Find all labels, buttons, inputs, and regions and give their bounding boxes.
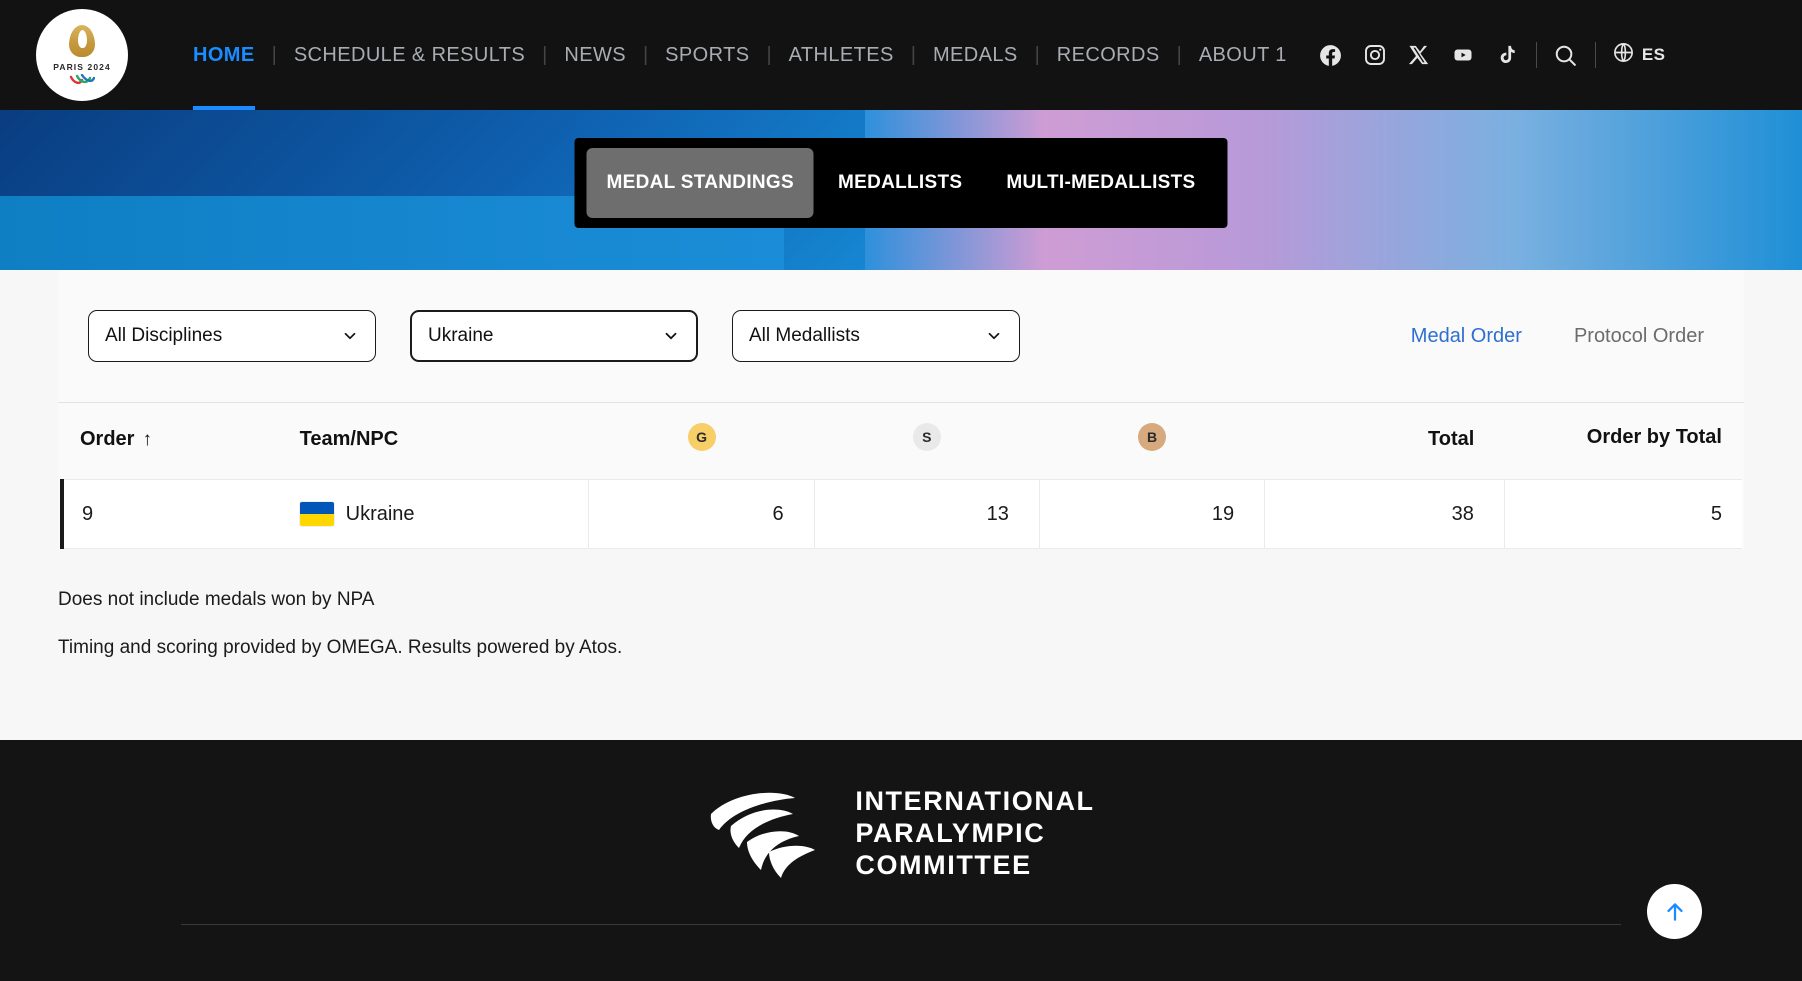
table-row[interactable]: 9 Ukraine 6 13 19 38 5 (60, 479, 1742, 550)
nav-divider (1535, 42, 1537, 68)
nav-item-news[interactable]: NEWS (547, 0, 643, 110)
instagram-icon[interactable] (1362, 42, 1388, 68)
note-timing: Timing and scoring provided by OMEGA. Re… (58, 637, 623, 659)
table-header-row: Order ↑ Team/NPC G S B Total Order by To… (62, 403, 1742, 480)
cell-total: 38 (1264, 479, 1505, 550)
column-header-order-label: Order (80, 428, 135, 451)
order-toggle: Medal Order Protocol Order (1411, 325, 1714, 348)
sort-ascending-icon[interactable]: ↑ (142, 429, 152, 450)
x-twitter-icon[interactable] (1406, 42, 1432, 68)
cell-gold: 6 (588, 479, 815, 550)
team-select-value: Ukraine (428, 325, 494, 346)
social-links (1318, 42, 1520, 68)
back-to-top-button[interactable] (1647, 884, 1702, 939)
globe-icon (1612, 41, 1635, 69)
chevron-down-icon (341, 327, 359, 345)
nav-item-home[interactable]: HOME (176, 0, 272, 110)
ukraine-flag-icon (299, 502, 334, 527)
ipc-line-3: COMMITTEE (855, 849, 1032, 880)
tab-medallists[interactable]: MEDALLISTS (818, 148, 982, 218)
discipline-select[interactable]: All Disciplines (88, 310, 376, 362)
medallists-select[interactable]: All Medallists (732, 310, 1020, 362)
language-label: ES (1641, 45, 1666, 64)
note-npa: Does not include medals won by NPA (58, 589, 375, 611)
chevron-down-icon (662, 327, 680, 345)
ipc-line-2: PARALYMPIC (855, 818, 1046, 849)
nav-divider (1594, 42, 1596, 68)
table-body: 9 Ukraine 6 13 19 38 5 (60, 479, 1742, 550)
medallists-select-value: All Medallists (749, 325, 860, 346)
tab-medal-standings[interactable]: MEDAL STANDINGS (586, 148, 814, 218)
flame-icon (67, 24, 97, 59)
cell-team: Ukraine (299, 479, 590, 550)
hero-banner: MEDAL STANDINGS MEDALLISTS MULTI-MEDALLI… (0, 110, 1802, 270)
facebook-icon[interactable] (1318, 42, 1344, 68)
language-selector[interactable]: ES (1612, 41, 1665, 69)
cell-bronze: 19 (1039, 479, 1266, 550)
chevron-down-icon (985, 327, 1003, 345)
youtube-icon[interactable] (1450, 42, 1476, 68)
nav-item-about[interactable]: ABOUT 1 (1182, 0, 1304, 110)
cell-order-by-total: 5 (1504, 479, 1742, 550)
footer-divider (181, 924, 1621, 925)
gold-medal-icon: G (687, 423, 716, 452)
column-header-bronze[interactable]: B (1039, 403, 1265, 480)
discipline-select-value: All Disciplines (105, 325, 223, 346)
filter-bar: All Disciplines Ukraine All Medallists M… (58, 270, 1744, 403)
footnotes: Does not include medals won by NPA Timin… (0, 549, 1802, 660)
table-header: Order ↑ Team/NPC G S B Total Order by To… (62, 403, 1742, 480)
nav-item-sports[interactable]: SPORTS (648, 0, 766, 110)
medal-standings-table-wrapper: Order ↑ Team/NPC G S B Total Order by To… (58, 403, 1744, 550)
column-header-silver[interactable]: S (814, 403, 1040, 480)
agitos-logo-icon (711, 792, 816, 878)
team-select[interactable]: Ukraine (410, 310, 698, 362)
nav-item-records[interactable]: RECORDS (1040, 0, 1177, 110)
top-navigation-bar: PARIS 2024 HOME | SCHEDULE & RESULTS | N… (0, 0, 1802, 110)
column-header-order-by-total[interactable]: Order by Total (1504, 403, 1742, 480)
column-header-order[interactable]: Order ↑ (62, 403, 300, 480)
paris2024-logo[interactable]: PARIS 2024 (36, 9, 128, 101)
ipc-line-1: INTERNATIONAL (855, 786, 1095, 817)
medal-order-link[interactable]: Medal Order (1411, 325, 1522, 348)
protocol-order-link[interactable]: Protocol Order (1574, 325, 1704, 348)
ipc-logo-text: INTERNATIONAL PARALYMPIC COMMITTEE (855, 786, 1094, 882)
medal-standings-table: Order ↑ Team/NPC G S B Total Order by To… (60, 403, 1742, 550)
agitos-icon (69, 73, 95, 86)
column-header-total[interactable]: Total (1264, 403, 1505, 480)
standings-panel: All Disciplines Ukraine All Medallists M… (58, 270, 1744, 550)
bronze-medal-icon: B (1138, 423, 1166, 452)
column-header-gold[interactable]: G (588, 403, 815, 480)
arrow-up-icon (1666, 902, 1683, 921)
site-footer: INTERNATIONAL PARALYMPIC COMMITTEE (0, 740, 1802, 981)
tiktok-icon[interactable] (1494, 42, 1520, 68)
nav-items: HOME | SCHEDULE & RESULTS | NEWS | SPORT… (176, 0, 1304, 110)
cell-silver: 13 (814, 479, 1040, 550)
brand-logo-text: PARIS 2024 (53, 61, 111, 72)
tab-multi-medallists[interactable]: MULTI-MEDALLISTS (986, 148, 1215, 218)
ipc-logo[interactable]: INTERNATIONAL PARALYMPIC COMMITTEE (707, 786, 1094, 882)
nav-item-schedule-results[interactable]: SCHEDULE & RESULTS (277, 0, 542, 110)
cell-team-label: Ukraine (345, 502, 415, 525)
search-icon[interactable] (1553, 42, 1579, 68)
nav-item-athletes[interactable]: ATHLETES (772, 0, 911, 110)
silver-medal-icon: S (912, 423, 941, 452)
column-header-team[interactable]: Team/NPC (299, 403, 589, 480)
main-content: All Disciplines Ukraine All Medallists M… (0, 270, 1802, 550)
section-tabs: MEDAL STANDINGS MEDALLISTS MULTI-MEDALLI… (574, 138, 1228, 228)
nav-item-medals[interactable]: MEDALS (916, 0, 1035, 110)
cell-order: 9 (60, 479, 300, 550)
